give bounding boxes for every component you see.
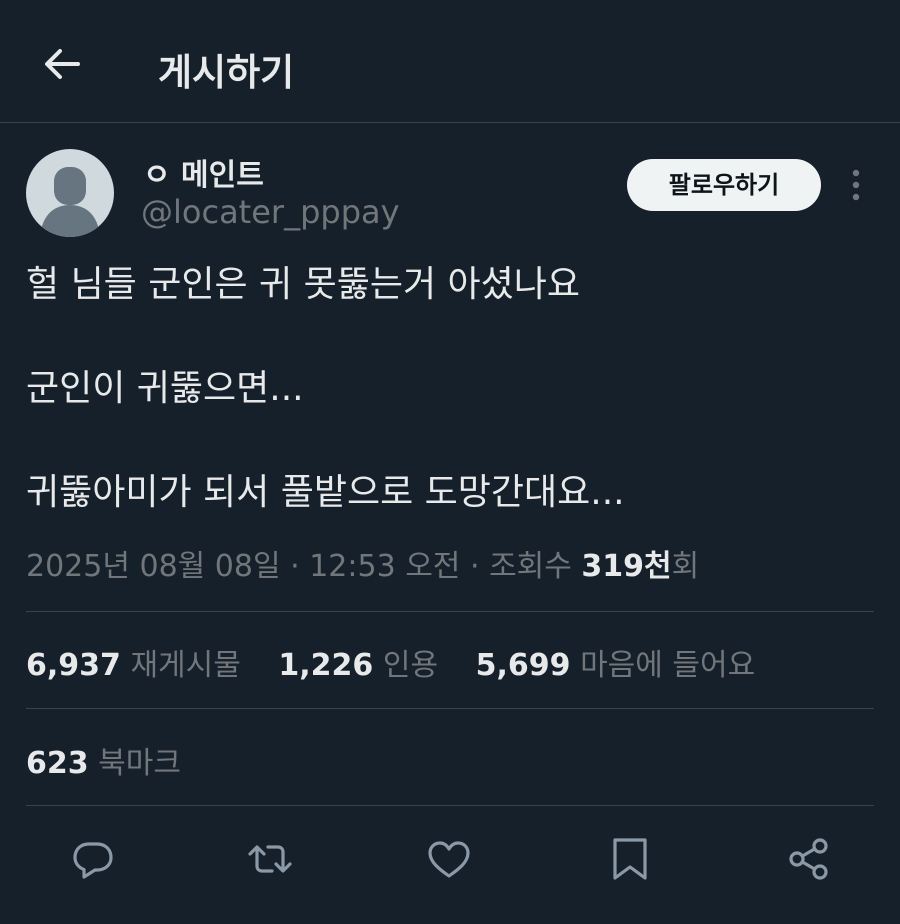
more-vertical-icon[interactable] xyxy=(840,165,872,205)
share-icon xyxy=(789,838,828,880)
tweet-meta: 2025년 08월 08일 · 12:53 오전 · 조회수 319천회 xyxy=(26,541,699,585)
views-label: 조회수 xyxy=(489,549,572,584)
bookmark-icon xyxy=(613,838,647,880)
likes-stat[interactable]: 5,699 마음에 들어요 xyxy=(476,640,756,684)
tweet-text: 헐 님들 군인은 귀 못뚫는거 아셨나요 군인이 귀뚫으면... 귀뚫아미가 되… xyxy=(26,259,876,519)
bookmarks-stat[interactable]: 623 북마크 xyxy=(26,738,181,782)
reposts-label: 재게시물 xyxy=(130,648,241,683)
meta-separator: · xyxy=(469,549,480,584)
follow-button[interactable]: 팔로우하기 xyxy=(627,159,821,211)
tweet-date: 2025년 08월 08일 xyxy=(26,549,281,584)
share-button[interactable] xyxy=(784,834,834,884)
quotes-stat[interactable]: 1,226 인용 xyxy=(278,640,438,684)
repost-button[interactable] xyxy=(245,834,295,884)
quotes-count: 1,226 xyxy=(278,648,374,683)
like-icon xyxy=(428,841,470,878)
tweet-line: 헐 님들 군인은 귀 못뚫는거 아셨나요 xyxy=(26,264,581,305)
tweet-line xyxy=(26,415,876,467)
repost-icon xyxy=(248,845,292,873)
author-display-name[interactable]: ㅇ 메인트 xyxy=(143,150,264,194)
default-avatar-icon xyxy=(40,167,100,237)
divider xyxy=(26,611,874,612)
tweet-line xyxy=(26,311,876,363)
tweet-time: 12:53 오전 xyxy=(309,549,461,584)
like-button[interactable] xyxy=(424,834,474,884)
avatar[interactable] xyxy=(26,149,114,237)
bookmarks-count: 623 xyxy=(26,746,89,781)
reply-icon xyxy=(73,842,113,879)
top-header: 게시하기 xyxy=(0,0,900,123)
meta-separator: · xyxy=(290,549,300,584)
views-suffix: 회 xyxy=(671,549,700,584)
divider xyxy=(26,805,874,806)
likes-label: 마음에 들어요 xyxy=(580,648,756,683)
reposts-count: 6,937 xyxy=(26,648,121,683)
author-handle[interactable]: @locater_pppay xyxy=(141,193,400,231)
reply-button[interactable] xyxy=(68,834,118,884)
back-arrow-icon[interactable] xyxy=(38,40,86,88)
page-title: 게시하기 xyxy=(158,51,295,94)
divider xyxy=(26,708,874,709)
engagement-stats: 6,937 재게시물 1,226 인용 5,699 마음에 들어요 xyxy=(26,640,783,684)
tweet-line: 귀뚫아미가 되서 풀밭으로 도망간대요... xyxy=(26,472,625,513)
views-count[interactable]: 319천 xyxy=(581,549,671,584)
reposts-stat[interactable]: 6,937 재게시물 xyxy=(26,640,241,684)
bookmark-button[interactable] xyxy=(605,834,655,884)
bookmarks-label: 북마크 xyxy=(98,746,181,781)
tweet-line: 군인이 귀뚫으면... xyxy=(26,368,304,409)
likes-count: 5,699 xyxy=(475,648,571,683)
quotes-label: 인용 xyxy=(382,648,439,683)
